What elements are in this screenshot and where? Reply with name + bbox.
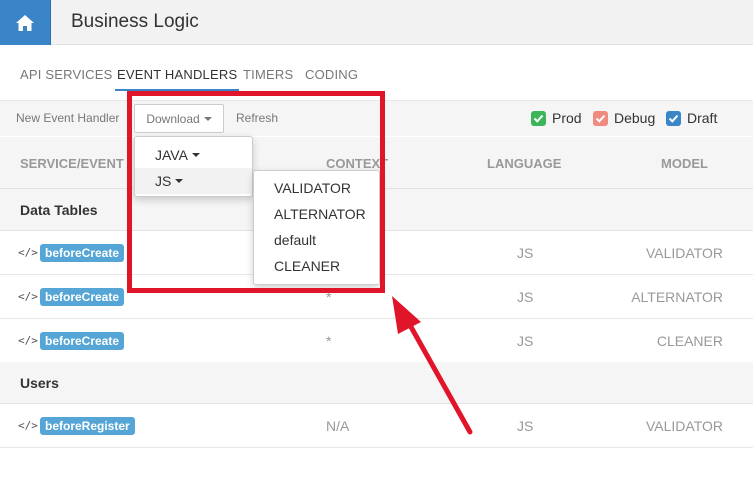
context-cell: N/A: [326, 418, 350, 434]
context-cell: *: [326, 333, 332, 349]
caret-down-icon: [203, 116, 212, 121]
column-header-model[interactable]: MODEL: [661, 156, 708, 171]
language-cell: JS: [517, 333, 534, 349]
toolbar: New Event Handler Download Refresh Prod …: [0, 100, 753, 136]
column-header-service-event[interactable]: SERVICE/EVENT: [20, 156, 124, 171]
language-cell: JS: [517, 245, 534, 261]
filter-debug-label: Debug: [614, 110, 656, 126]
tab-event-handlers[interactable]: EVENT HANDLERS: [114, 67, 240, 91]
model-cell: VALIDATOR: [645, 245, 723, 261]
page-title: Business Logic: [71, 11, 199, 32]
submenu-item-validator[interactable]: VALIDATOR: [274, 180, 351, 196]
caret-down-icon: [175, 179, 184, 183]
group-row-users: Users: [0, 362, 753, 404]
code-icon: </>: [18, 246, 38, 259]
filter-prod-checkbox[interactable]: Prod: [531, 110, 582, 126]
new-event-handler-button[interactable]: New Event Handler: [16, 111, 119, 125]
app-header: Business Logic: [0, 0, 753, 45]
js-submenu: VALIDATOR ALTERNATOR default CLEANER: [253, 170, 380, 285]
home-icon: [16, 14, 34, 31]
model-cell: VALIDATOR: [645, 418, 723, 434]
tab-api-services[interactable]: API SERVICES: [20, 67, 112, 82]
column-header-language[interactable]: LANGUAGE: [487, 156, 561, 171]
submenu-item-alternator[interactable]: ALTERNATOR: [274, 206, 366, 222]
event-badge[interactable]: beforeCreate: [40, 288, 125, 306]
code-icon: </>: [18, 334, 38, 347]
group-label: Users: [20, 375, 59, 391]
code-icon: </>: [18, 419, 38, 432]
home-button[interactable]: [0, 0, 51, 45]
event-badge[interactable]: beforeRegister: [40, 417, 135, 435]
checkbox-checked-icon: [666, 110, 681, 126]
download-label: Download: [146, 111, 200, 126]
filter-draft-label: Draft: [687, 110, 718, 126]
menu-item-label: JAVA: [155, 147, 188, 163]
submenu-item-cleaner[interactable]: CLEANER: [274, 258, 340, 274]
table-row[interactable]: </> beforeRegister N/A JS VALIDATOR: [0, 404, 753, 448]
event-badge[interactable]: beforeCreate: [40, 332, 125, 350]
menu-item-js[interactable]: JS: [135, 168, 252, 194]
group-label: Data Tables: [20, 202, 98, 218]
download-dropdown-menu: JAVA JS: [134, 136, 253, 197]
refresh-button[interactable]: Refresh: [236, 111, 278, 125]
filter-debug-checkbox[interactable]: Debug: [593, 110, 655, 126]
code-icon: </>: [18, 290, 38, 303]
menu-item-java[interactable]: JAVA: [135, 142, 252, 168]
model-cell: CLEANER: [656, 333, 723, 349]
table-row[interactable]: </> beforeCreate * JS CLEANER: [0, 319, 753, 363]
tab-coding[interactable]: CODING: [305, 67, 358, 82]
tab-timers[interactable]: TIMERS: [243, 67, 293, 82]
caret-down-icon: [191, 153, 200, 157]
checkbox-checked-icon: [593, 110, 608, 126]
column-header-context[interactable]: CONTEXT: [326, 156, 388, 171]
model-cell: ALTERNATOR: [631, 289, 723, 305]
filter-draft-checkbox[interactable]: Draft: [666, 110, 717, 126]
download-button[interactable]: Download: [134, 104, 224, 133]
language-cell: JS: [517, 418, 534, 434]
language-cell: JS: [517, 289, 534, 305]
checkbox-checked-icon: [531, 110, 546, 126]
filter-prod-label: Prod: [552, 110, 582, 126]
context-cell: *: [326, 289, 332, 305]
menu-item-label: JS: [155, 173, 172, 189]
event-badge[interactable]: beforeCreate: [40, 244, 125, 262]
submenu-item-default[interactable]: default: [274, 232, 316, 248]
tab-bar: API SERVICES EVENT HANDLERS TIMERS CODIN…: [0, 60, 753, 92]
